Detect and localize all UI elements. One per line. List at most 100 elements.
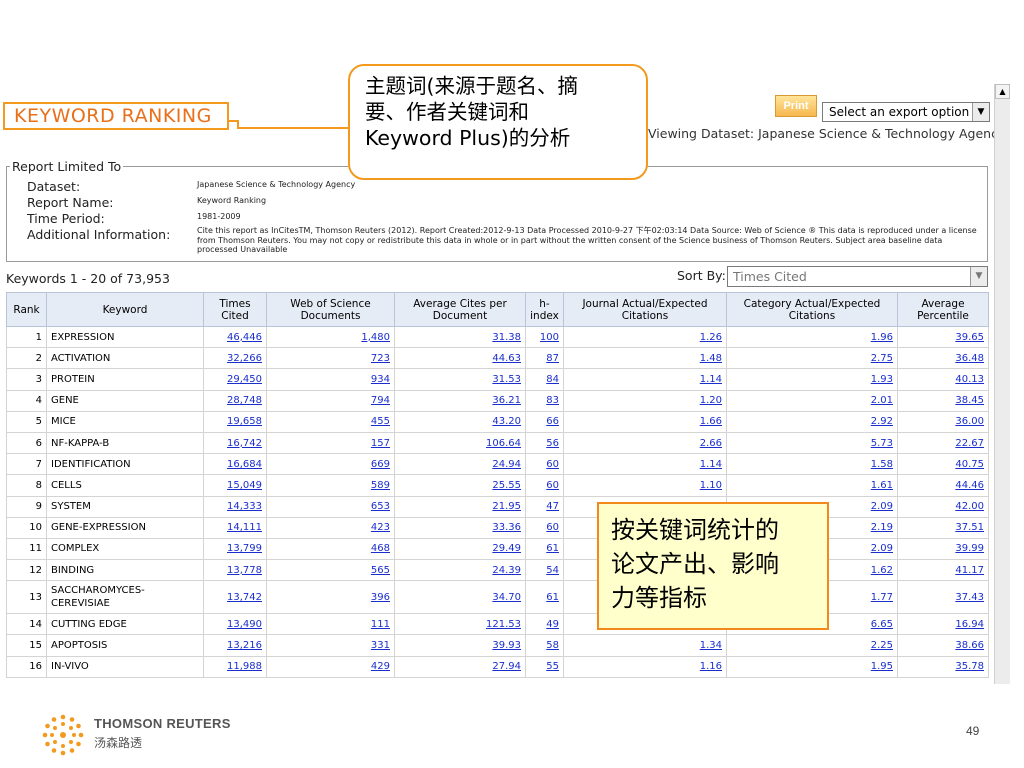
metric-link[interactable]: 14,111 xyxy=(203,516,267,539)
metric-link[interactable]: 39.99 xyxy=(897,537,989,561)
metric-link[interactable]: 61 xyxy=(525,580,564,615)
metric-link[interactable]: 1.14 xyxy=(563,368,727,391)
metric-link[interactable]: 1,480 xyxy=(266,325,395,349)
metric-link[interactable]: 1.34 xyxy=(563,634,727,657)
metric-link[interactable]: 13,799 xyxy=(203,537,267,561)
metric-link[interactable]: 1.16 xyxy=(563,655,727,678)
metric-link[interactable]: 36.21 xyxy=(394,389,526,412)
metric-link[interactable]: 14,333 xyxy=(203,495,267,518)
metric-link[interactable]: 13,216 xyxy=(203,634,267,657)
export-select[interactable]: Select an export option ▼ xyxy=(822,102,990,122)
metric-link[interactable]: 723 xyxy=(266,347,395,370)
metric-link[interactable]: 121.53 xyxy=(394,613,526,636)
metric-link[interactable]: 934 xyxy=(266,368,395,391)
metric-link[interactable]: 37.43 xyxy=(897,580,989,615)
metric-link[interactable]: 40.13 xyxy=(897,368,989,391)
metric-link[interactable]: 35.78 xyxy=(897,655,989,678)
metric-link[interactable]: 1.95 xyxy=(726,655,898,678)
metric-link[interactable]: 157 xyxy=(266,431,395,455)
metric-link[interactable]: 47 xyxy=(525,495,564,518)
metric-link[interactable]: 43.20 xyxy=(394,410,526,433)
column-header[interactable]: Times Cited xyxy=(203,292,267,327)
metric-link[interactable]: 331 xyxy=(266,634,395,657)
metric-link[interactable]: 33.36 xyxy=(394,516,526,539)
metric-link[interactable]: 28,748 xyxy=(203,389,267,412)
metric-link[interactable]: 1.26 xyxy=(563,325,727,349)
metric-link[interactable]: 31.38 xyxy=(394,325,526,349)
metric-link[interactable]: 21.95 xyxy=(394,495,526,518)
metric-link[interactable]: 25.55 xyxy=(394,474,526,497)
metric-link[interactable]: 36.00 xyxy=(897,410,989,433)
metric-link[interactable]: 1.66 xyxy=(563,410,727,433)
metric-link[interactable]: 1.48 xyxy=(563,347,727,370)
metric-link[interactable]: 429 xyxy=(266,655,395,678)
metric-link[interactable]: 42.00 xyxy=(897,495,989,518)
metric-link[interactable]: 32,266 xyxy=(203,347,267,370)
chevron-down-icon[interactable]: ▼ xyxy=(972,103,989,121)
metric-link[interactable]: 87 xyxy=(525,347,564,370)
sort-select[interactable]: Times Cited ▼ xyxy=(727,266,988,287)
metric-link[interactable]: 36.48 xyxy=(897,347,989,370)
metric-link[interactable]: 29.49 xyxy=(394,537,526,561)
metric-link[interactable]: 396 xyxy=(266,580,395,615)
vertical-scrollbar[interactable]: ▲ xyxy=(994,84,1010,684)
metric-link[interactable]: 60 xyxy=(525,474,564,497)
metric-link[interactable]: 2.75 xyxy=(726,347,898,370)
metric-link[interactable]: 1.96 xyxy=(726,325,898,349)
metric-link[interactable]: 468 xyxy=(266,537,395,561)
column-header[interactable]: h-index xyxy=(525,292,564,327)
metric-link[interactable]: 84 xyxy=(525,368,564,391)
metric-link[interactable]: 27.94 xyxy=(394,655,526,678)
metric-link[interactable]: 83 xyxy=(525,389,564,412)
metric-link[interactable]: 1.10 xyxy=(563,474,727,497)
metric-link[interactable]: 56 xyxy=(525,431,564,455)
metric-link[interactable]: 100 xyxy=(525,325,564,349)
metric-link[interactable]: 24.39 xyxy=(394,559,526,582)
metric-link[interactable]: 24.94 xyxy=(394,453,526,476)
metric-link[interactable]: 2.01 xyxy=(726,389,898,412)
print-button[interactable]: Print xyxy=(775,95,817,117)
metric-link[interactable]: 39.93 xyxy=(394,634,526,657)
metric-link[interactable]: 423 xyxy=(266,516,395,539)
scroll-up-icon[interactable]: ▲ xyxy=(995,84,1010,99)
metric-link[interactable]: 60 xyxy=(525,453,564,476)
metric-link[interactable]: 794 xyxy=(266,389,395,412)
metric-link[interactable]: 31.53 xyxy=(394,368,526,391)
metric-link[interactable]: 2.25 xyxy=(726,634,898,657)
metric-link[interactable]: 15,049 xyxy=(203,474,267,497)
metric-link[interactable]: 1.20 xyxy=(563,389,727,412)
metric-link[interactable]: 66 xyxy=(525,410,564,433)
metric-link[interactable]: 39.65 xyxy=(897,325,989,349)
metric-link[interactable]: 38.66 xyxy=(897,634,989,657)
column-header[interactable]: Web of Science Documents xyxy=(266,292,395,327)
metric-link[interactable]: 22.67 xyxy=(897,431,989,455)
metric-link[interactable]: 111 xyxy=(266,613,395,636)
metric-link[interactable]: 589 xyxy=(266,474,395,497)
metric-link[interactable]: 653 xyxy=(266,495,395,518)
metric-link[interactable]: 29,450 xyxy=(203,368,267,391)
column-header[interactable]: Average Cites per Document xyxy=(394,292,526,327)
metric-link[interactable]: 55 xyxy=(525,655,564,678)
metric-link[interactable]: 46,446 xyxy=(203,325,267,349)
metric-link[interactable]: 54 xyxy=(525,559,564,582)
metric-link[interactable]: 16,742 xyxy=(203,431,267,455)
metric-link[interactable]: 40.75 xyxy=(897,453,989,476)
metric-link[interactable]: 1.58 xyxy=(726,453,898,476)
metric-link[interactable]: 106.64 xyxy=(394,431,526,455)
metric-link[interactable]: 41.17 xyxy=(897,559,989,582)
metric-link[interactable]: 49 xyxy=(525,613,564,636)
metric-link[interactable]: 34.70 xyxy=(394,580,526,615)
metric-link[interactable]: 1.93 xyxy=(726,368,898,391)
metric-link[interactable]: 38.45 xyxy=(897,389,989,412)
metric-link[interactable]: 16.94 xyxy=(897,613,989,636)
metric-link[interactable]: 565 xyxy=(266,559,395,582)
metric-link[interactable]: 19,658 xyxy=(203,410,267,433)
metric-link[interactable]: 37.51 xyxy=(897,516,989,539)
column-header[interactable]: Rank xyxy=(6,292,47,327)
metric-link[interactable]: 13,778 xyxy=(203,559,267,582)
metric-link[interactable]: 2.66 xyxy=(563,431,727,455)
metric-link[interactable]: 44.46 xyxy=(897,474,989,497)
metric-link[interactable]: 60 xyxy=(525,516,564,539)
metric-link[interactable]: 13,490 xyxy=(203,613,267,636)
metric-link[interactable]: 5.73 xyxy=(726,431,898,455)
